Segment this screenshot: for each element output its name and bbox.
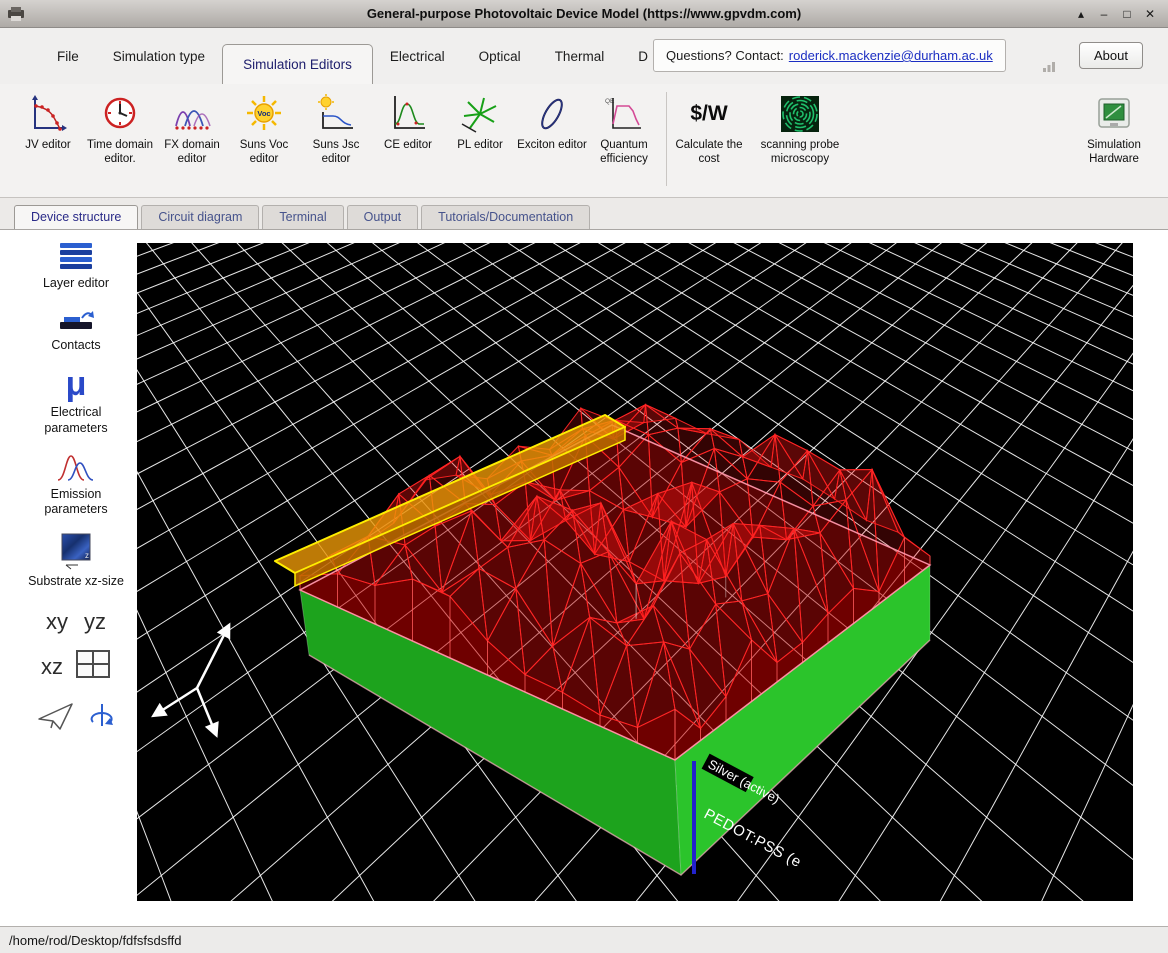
ribbon-divider	[666, 92, 667, 186]
close-button[interactable]: ✕	[1140, 7, 1160, 21]
menu-clipped-tab[interactable]: D	[621, 49, 655, 64]
statusbar: /home/rod/Desktop/fdfsfsdsffd	[0, 926, 1168, 953]
contact-email-link[interactable]: roderick.mackenzie@durham.ac.uk	[789, 48, 993, 63]
substrate-map-icon: z	[56, 532, 96, 570]
sidebar-item-layer-editor[interactable]: Layer editor	[23, 242, 129, 292]
3d-viewport[interactable]: Silver (active)PEDOT:PSS (e	[137, 243, 1133, 901]
ribbon-item-label: FX domain editor	[156, 139, 228, 167]
ce-plot-icon	[388, 90, 428, 138]
ribbon-simulation-editors: JV editor Time domain editor.	[0, 84, 1168, 198]
ribbon-item-label: Suns Jsc editor	[300, 139, 372, 167]
sidebar-item-contacts[interactable]: Contacts	[23, 306, 129, 354]
ribbon-scanning-probe-microscopy[interactable]: scanning probe microscopy	[745, 90, 855, 167]
exciton-orbit-icon	[532, 90, 572, 138]
sidebar-item-label: Electrical parameters	[23, 405, 129, 436]
ribbon-item-label: CE editor	[384, 139, 432, 153]
mu-icon: μ	[66, 367, 87, 401]
sun-jsc-icon	[315, 90, 357, 138]
menu-file[interactable]: File	[40, 49, 96, 64]
sidebar-item-label: Emission parameters	[23, 487, 129, 518]
tab-tutorials-documentation[interactable]: Tutorials/Documentation	[421, 205, 590, 229]
ribbon-item-label: Suns Voc editor	[228, 139, 300, 167]
sidebar-item-electrical-parameters[interactable]: μ Electrical parameters	[23, 367, 129, 436]
device-structure-page: Layer editor Contacts μ Electrical param…	[0, 230, 1168, 926]
fingerprint-scan-icon	[780, 90, 820, 138]
jv-curve-icon	[27, 90, 69, 138]
plane-view-buttons: xy yz	[46, 609, 106, 635]
sidebar-item-emission-parameters[interactable]: Emission parameters	[23, 451, 129, 518]
ribbon-simulation-hardware[interactable]: Simulation Hardware	[1078, 90, 1150, 167]
xz-and-grid-row: xz	[41, 649, 111, 685]
ribbon-item-label: Quantum efficiency	[588, 139, 660, 167]
ribbon-item-label: PL editor	[457, 139, 503, 153]
ribbon-exciton-editor[interactable]: Exciton editor	[516, 90, 588, 153]
current-path: /home/rod/Desktop/fdfsfsdsffd	[9, 933, 181, 948]
window-controls: ▴ – □ ✕	[1071, 7, 1168, 21]
sidebar-item-label: Layer editor	[43, 276, 109, 292]
app-icon[interactable]	[7, 6, 25, 22]
paper-plane-icon[interactable]	[36, 701, 76, 738]
ribbon-item-label: Calculate the cost	[673, 139, 745, 167]
clock-icon	[100, 90, 140, 138]
svg-text:z: z	[85, 551, 89, 560]
view-tabs: Device structure Circuit diagram Termina…	[0, 198, 1168, 230]
maximize-button[interactable]: □	[1117, 7, 1137, 21]
device-3d-scene: Silver (active)PEDOT:PSS (e	[137, 243, 1133, 901]
frequency-sweep-icon	[172, 90, 212, 138]
tab-device-structure[interactable]: Device structure	[14, 205, 138, 229]
menu-optical[interactable]: Optical	[462, 49, 538, 64]
sidebar-item-label: Contacts	[51, 338, 100, 354]
menubar: File Simulation type Simulation Editors …	[0, 28, 1168, 84]
ribbon-suns-voc-editor[interactable]: Voc Suns Voc editor	[228, 90, 300, 167]
about-button[interactable]: About	[1079, 42, 1143, 69]
ribbon-item-label: Exciton editor	[517, 139, 587, 153]
sidebar-item-substrate-xz-size[interactable]: z Substrate xz-size	[23, 532, 129, 590]
ribbon-ce-editor[interactable]: CE editor	[372, 90, 444, 153]
view-xy-button[interactable]: xy	[46, 609, 68, 635]
ribbon-item-label: scanning probe microscopy	[745, 139, 855, 167]
ribbon-item-label: Time domain editor.	[84, 139, 156, 167]
svg-text:Voc: Voc	[257, 109, 270, 118]
ribbon-jv-editor[interactable]: JV editor	[12, 90, 84, 153]
menu-simulation-type[interactable]: Simulation type	[96, 49, 222, 64]
tab-circuit-diagram[interactable]: Circuit diagram	[141, 205, 259, 229]
view-xz-button[interactable]: xz	[41, 654, 63, 680]
ribbon-pl-editor[interactable]: PL editor	[444, 90, 516, 153]
ribbon-fx-domain-editor[interactable]: FX domain editor	[156, 90, 228, 167]
app-window: General-purpose Photovoltaic Device Mode…	[0, 0, 1168, 953]
window-title: General-purpose Photovoltaic Device Mode…	[0, 6, 1168, 21]
emission-spectra-icon	[54, 451, 98, 483]
ribbon-calculate-cost[interactable]: $/W Calculate the cost	[673, 90, 745, 167]
ribbon-time-domain-editor[interactable]: Time domain editor.	[84, 90, 156, 167]
tab-terminal[interactable]: Terminal	[262, 205, 343, 229]
rotate-view-icon[interactable]	[88, 702, 116, 737]
qe-plot-icon: QE	[604, 90, 644, 138]
sidebar-item-label: Substrate xz-size	[28, 574, 124, 590]
menu-thermal[interactable]: Thermal	[538, 49, 622, 64]
ribbon-quantum-efficiency[interactable]: QE Quantum efficiency	[588, 90, 660, 167]
ribbon-item-label: Simulation Hardware	[1078, 139, 1150, 167]
tab-output[interactable]: Output	[347, 205, 419, 229]
ribbon-suns-jsc-editor[interactable]: Suns Jsc editor	[300, 90, 372, 167]
shade-button[interactable]: ▴	[1071, 7, 1091, 21]
view-yz-button[interactable]: yz	[84, 609, 106, 635]
hardware-chip-icon	[1094, 90, 1134, 138]
ribbon-item-label: JV editor	[25, 139, 70, 153]
pl-burst-icon	[460, 90, 500, 138]
sun-voc-icon: Voc	[242, 90, 286, 138]
signal-bars-icon	[1042, 60, 1056, 72]
minimize-button[interactable]: –	[1094, 7, 1114, 21]
contact-pad-icon	[54, 306, 98, 334]
menu-electrical[interactable]: Electrical	[373, 49, 462, 64]
view-tool-icons	[36, 701, 116, 738]
dollar-per-watt-icon: $/W	[690, 90, 727, 138]
layer-stack-icon	[54, 242, 98, 272]
sidebar: Layer editor Contacts μ Electrical param…	[15, 230, 137, 926]
titlebar: General-purpose Photovoltaic Device Mode…	[0, 0, 1168, 28]
contact-box: Questions? Contact: roderick.mackenzie@du…	[653, 39, 1006, 72]
menu-simulation-editors[interactable]: Simulation Editors	[222, 44, 373, 84]
grid-panes-icon[interactable]	[75, 649, 111, 685]
contact-prefix: Questions? Contact:	[666, 48, 784, 63]
